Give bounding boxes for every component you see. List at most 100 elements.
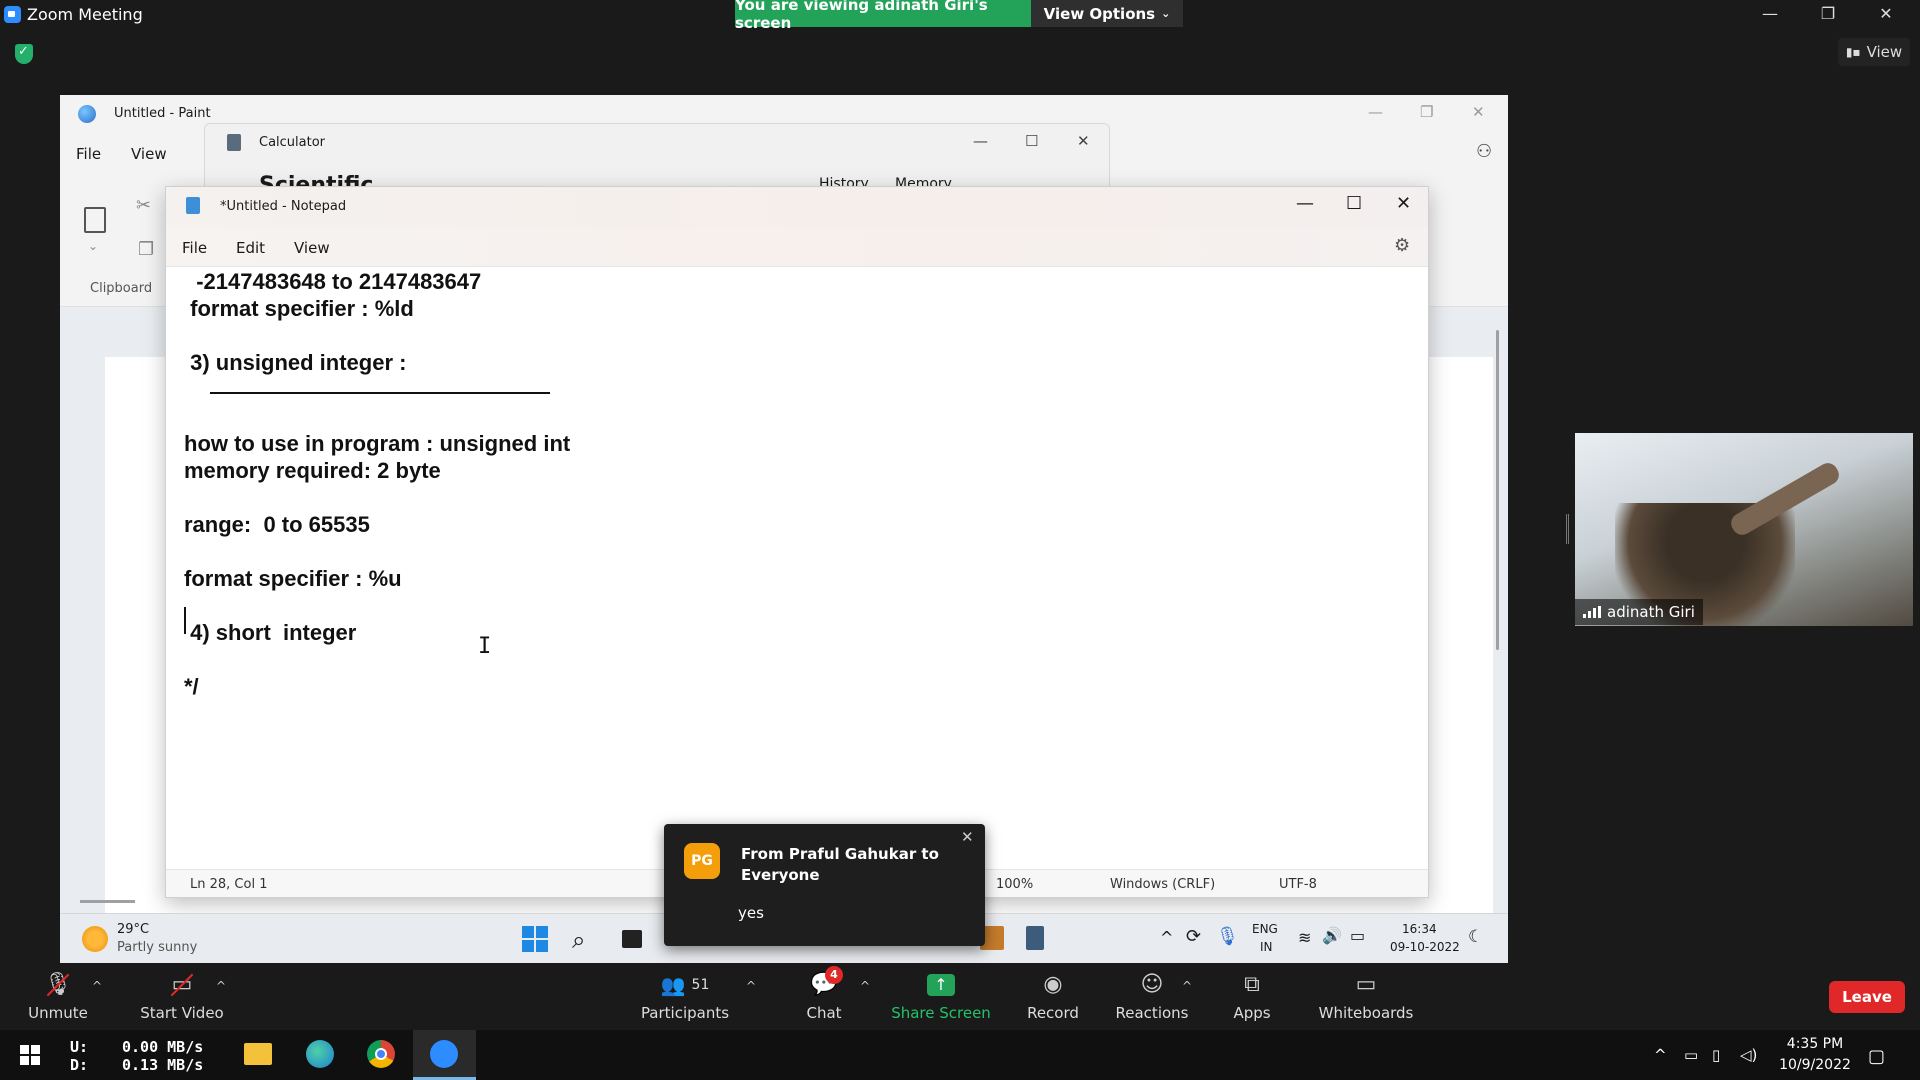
close-icon[interactable]: ✕ — [961, 828, 974, 846]
chrome-browser-icon[interactable] — [363, 1036, 399, 1072]
share-icon[interactable]: ⚇ — [1476, 141, 1492, 162]
task-view-icon[interactable] — [622, 930, 642, 948]
apps-label: Apps — [1233, 1003, 1271, 1022]
restore-button[interactable]: ❐ — [1808, 2, 1848, 26]
weather-sun-icon[interactable] — [82, 926, 108, 952]
participant-video-tile[interactable]: adinath Giri — [1575, 433, 1913, 626]
file-explorer-icon[interactable] — [240, 1036, 276, 1072]
close-button[interactable]: ✕ — [1866, 2, 1906, 26]
horizontal-scrollbar[interactable] — [80, 900, 135, 903]
notification-icon[interactable]: ☾ — [1468, 927, 1483, 947]
action-center-icon[interactable]: ▢ — [1868, 1046, 1885, 1067]
apps-icon: ⧉ — [1244, 972, 1260, 997]
edge-browser-icon[interactable] — [302, 1036, 338, 1072]
record-button[interactable]: ◉ Record — [1020, 963, 1086, 1030]
reactions-chevron-up-icon[interactable]: ^ — [1182, 979, 1192, 993]
video-camera-off-icon: ▭ — [167, 972, 197, 998]
notepad-maximize-button[interactable]: ☐ — [1346, 193, 1362, 214]
reactions-label: Reactions — [1115, 1003, 1189, 1022]
apps-button[interactable]: ⧉ Apps — [1232, 963, 1272, 1030]
share-screen-arrow-icon: ↑ — [927, 973, 955, 996]
calculator-maximize-button[interactable]: ☐ — [1025, 132, 1038, 150]
paint-restore-button[interactable]: ❐ — [1420, 103, 1433, 121]
battery-icon[interactable]: ▭ — [1684, 1046, 1698, 1064]
zoom-app-icon[interactable] — [426, 1036, 462, 1072]
calculator-taskbar-icon[interactable] — [1026, 926, 1044, 950]
chevron-up-icon[interactable]: ^ — [1654, 1046, 1667, 1064]
participants-button[interactable]: 👥 51 Participants — [640, 963, 730, 1030]
windows-start-icon[interactable] — [522, 926, 548, 952]
reactions-button[interactable]: ☺ Reactions — [1115, 963, 1189, 1030]
encoding: UTF-8 — [1279, 877, 1317, 892]
security-shield-icon[interactable] — [15, 44, 33, 64]
notepad-text-area[interactable]: -2147483648 to 2147483647 format specifi… — [166, 267, 1428, 867]
participants-chevron-up-icon[interactable]: ^ — [746, 979, 756, 993]
taskbar-date: 10/9/2022 — [1779, 1057, 1851, 1073]
volume-icon[interactable]: 🔊 — [1322, 926, 1342, 945]
download-speed: 0.13 MB/s — [122, 1056, 204, 1074]
notepad-minimize-button[interactable]: — — [1296, 193, 1314, 214]
text-line: 4) short integer — [184, 620, 357, 645]
text-line: format specifier : %ld — [184, 296, 414, 321]
notepad-menu-view[interactable]: View — [294, 239, 330, 257]
start-video-button[interactable]: ▭ Start Video — [132, 963, 232, 1030]
unmute-button[interactable]: 🎙 Unmute — [22, 963, 94, 1030]
line-ending: Windows (CRLF) — [1110, 877, 1216, 892]
whiteboards-button[interactable]: ▭ Whiteboards — [1318, 963, 1414, 1030]
video-options-chevron-up-icon[interactable]: ^ — [216, 979, 226, 993]
gear-icon[interactable]: ⚙ — [1394, 235, 1410, 256]
participant-name: adinath Giri — [1607, 603, 1695, 621]
battery-icon[interactable]: ▭ — [1350, 926, 1365, 945]
chevron-up-icon[interactable]: ^ — [1160, 928, 1173, 947]
taskbar-time[interactable]: 16:34 — [1402, 922, 1437, 936]
view-layout-button[interactable]: ▮▪ View — [1838, 38, 1910, 66]
leave-button[interactable]: Leave — [1829, 981, 1905, 1013]
unmute-label: Unmute — [28, 1003, 88, 1022]
text-line: how to use in program : unsigned int — [184, 431, 571, 456]
view-options-button[interactable]: View Options ⌄ — [1031, 0, 1183, 27]
sync-icon[interactable]: ⟳ — [1186, 926, 1201, 947]
wifi-icon[interactable]: ≋ — [1298, 928, 1311, 947]
network-icon[interactable]: ▯ — [1712, 1046, 1720, 1064]
audio-options-chevron-up-icon[interactable]: ^ — [92, 979, 102, 993]
notepad-menu-file[interactable]: File — [182, 239, 207, 257]
language-region[interactable]: IN — [1260, 940, 1273, 954]
notepad-close-button[interactable]: ✕ — [1396, 193, 1411, 214]
notepad-menu-edit[interactable]: Edit — [236, 239, 265, 257]
chevron-down-icon[interactable]: ⌄ — [88, 239, 98, 253]
chat-chevron-up-icon[interactable]: ^ — [860, 979, 870, 993]
minimize-button[interactable]: — — [1750, 2, 1790, 26]
paint-close-button[interactable]: ✕ — [1472, 103, 1485, 121]
smiley-icon: ☺ — [1140, 972, 1164, 997]
paste-icon[interactable] — [84, 207, 106, 233]
paint-vertical-scrollbar[interactable] — [1496, 330, 1499, 650]
chat-button[interactable]: 💬 4 Chat — [796, 963, 852, 1030]
paint-minimize-button[interactable]: — — [1368, 103, 1383, 121]
windows-start-icon[interactable] — [20, 1045, 40, 1065]
text-line: -2147483648 to 2147483647 — [184, 269, 482, 294]
chat-notification-popup[interactable]: PG From Praful Gahukar to Everyone ✕ yes — [664, 824, 985, 946]
copy-icon[interactable]: ❐ — [138, 239, 154, 260]
microphone-muted-icon: 🎙 — [43, 972, 73, 998]
weather-description: Partly sunny — [117, 940, 198, 955]
calculator-minimize-button[interactable]: — — [973, 132, 988, 150]
calculator-close-button[interactable]: ✕ — [1077, 132, 1090, 150]
paint-menu-view[interactable]: View — [131, 145, 167, 163]
participant-name-label: adinath Giri — [1575, 599, 1703, 625]
calculator-window: Calculator — ☐ ✕ Scientific History Memo… — [204, 123, 1110, 193]
chevron-down-icon: ⌄ — [1161, 7, 1171, 20]
cut-icon[interactable]: ✂ — [136, 195, 151, 216]
whiteboards-label: Whiteboards — [1318, 1003, 1414, 1022]
search-icon[interactable]: ⌕ — [572, 926, 598, 954]
video-panel-resize-handle[interactable] — [1566, 514, 1569, 544]
microphone-icon[interactable]: 🎙 — [1216, 926, 1239, 947]
zoom-window-title: Zoom Meeting — [27, 5, 143, 24]
language-code[interactable]: ENG — [1252, 922, 1278, 936]
volume-icon[interactable]: ◁) — [1740, 1046, 1757, 1064]
share-screen-button[interactable]: ↑ Share Screen — [890, 963, 992, 1030]
participants-icon: 👥 51 — [660, 972, 710, 997]
taskbar-date[interactable]: 09-10-2022 — [1390, 940, 1460, 954]
taskbar-time: 4:35 PM — [1786, 1036, 1844, 1052]
paint-menu-file[interactable]: File — [76, 145, 101, 163]
taskbar-clock[interactable]: 4:35 PM 10/9/2022 — [1770, 1034, 1860, 1076]
